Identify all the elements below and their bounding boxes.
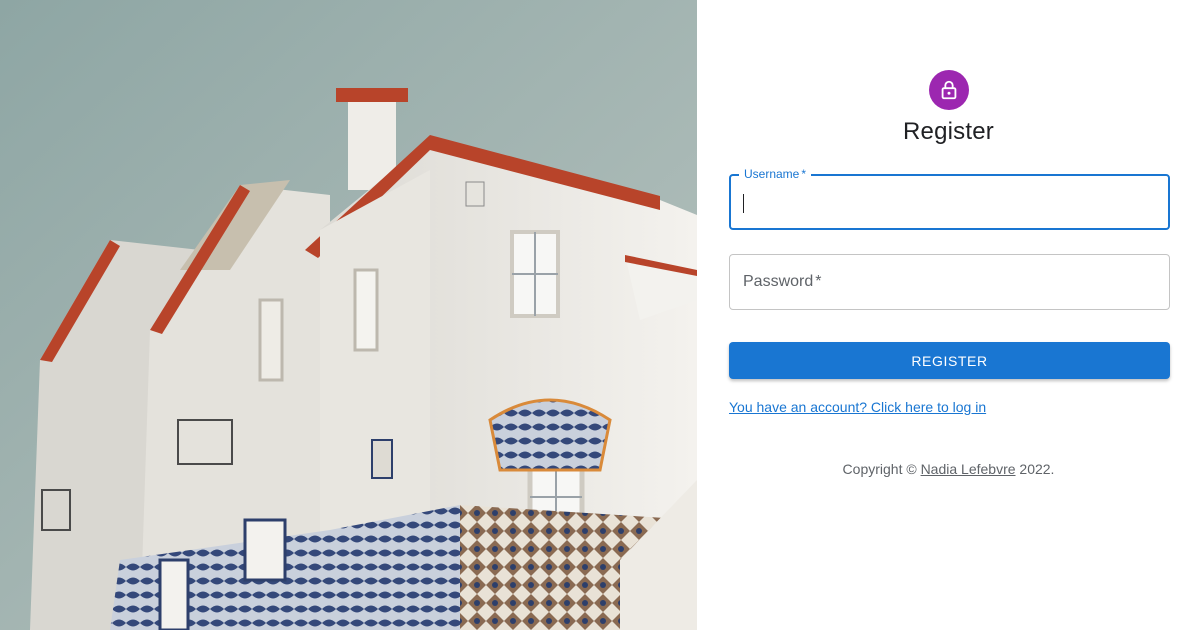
page-title: Register bbox=[903, 118, 994, 145]
password-input[interactable] bbox=[730, 255, 1169, 309]
author-link[interactable]: Nadia Lefebvre bbox=[921, 461, 1016, 477]
hero-image bbox=[0, 0, 697, 630]
avatar bbox=[929, 70, 969, 110]
copyright-suffix: 2022. bbox=[1015, 461, 1055, 477]
password-field[interactable]: Password * bbox=[729, 254, 1170, 310]
register-button[interactable]: REGISTER bbox=[729, 342, 1170, 379]
lock-icon bbox=[941, 80, 957, 100]
username-field[interactable]: Username * bbox=[729, 167, 1170, 230]
register-panel: Register Username * Password * REGISTER Yo… bbox=[697, 0, 1200, 630]
building-illustration bbox=[0, 0, 697, 630]
username-input[interactable] bbox=[731, 176, 1168, 228]
copyright-prefix: Copyright © bbox=[842, 461, 921, 477]
copyright-footer: Copyright © Nadia Lefebvre 2022. bbox=[697, 461, 1200, 477]
login-link[interactable]: You have an account? Click here to log i… bbox=[729, 399, 986, 415]
